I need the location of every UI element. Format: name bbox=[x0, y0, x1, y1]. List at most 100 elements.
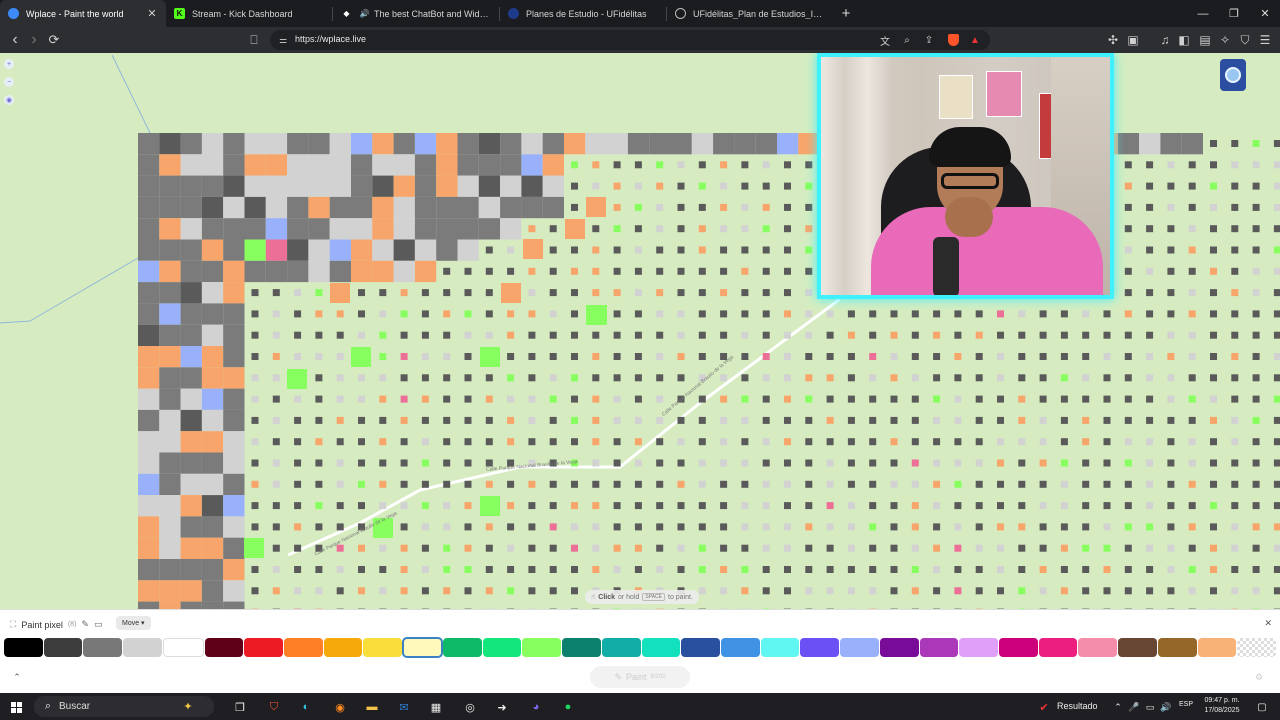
url-text[interactable]: https://wplace.live bbox=[295, 34, 366, 44]
move-button[interactable]: Move ▾ bbox=[116, 616, 151, 630]
color-swatch[interactable] bbox=[562, 638, 601, 657]
store-icon[interactable]: ▦ bbox=[426, 697, 446, 717]
start-icon[interactable] bbox=[6, 697, 26, 717]
language-indicator[interactable]: ESP bbox=[1179, 701, 1193, 708]
color-swatch[interactable] bbox=[1118, 638, 1157, 657]
color-swatch[interactable] bbox=[482, 638, 522, 657]
color-swatch[interactable] bbox=[4, 638, 43, 657]
tray-label[interactable]: Resultado bbox=[1057, 701, 1098, 711]
reload-button[interactable]: ⟳ bbox=[45, 31, 63, 49]
color-swatch[interactable] bbox=[522, 638, 562, 657]
color-swatch[interactable] bbox=[204, 638, 244, 657]
obs-icon[interactable]: ◎ bbox=[460, 697, 480, 717]
color-swatch[interactable] bbox=[998, 638, 1038, 657]
color-swatch[interactable] bbox=[800, 638, 840, 657]
color-swatch[interactable] bbox=[323, 638, 363, 657]
audio-playing-icon[interactable]: 🔊 bbox=[359, 8, 370, 19]
wallet-icon[interactable]: ▤ bbox=[1196, 31, 1214, 49]
color-swatch[interactable] bbox=[1197, 638, 1237, 657]
canvas-dot bbox=[571, 566, 578, 573]
color-swatch[interactable] bbox=[720, 638, 760, 657]
tab-wplace[interactable]: Wplace - Paint the world ✕ bbox=[0, 0, 166, 27]
color-swatch[interactable] bbox=[681, 638, 720, 657]
paint-button[interactable]: ✎ Paint 8/200 bbox=[590, 666, 690, 688]
color-swatch[interactable] bbox=[83, 638, 123, 657]
tab-title: Wplace - Paint the world bbox=[26, 8, 124, 19]
color-swatch[interactable] bbox=[840, 638, 879, 657]
firefox-taskbar-icon[interactable]: ◉ bbox=[330, 697, 350, 717]
canvas-pixel bbox=[351, 260, 373, 283]
globe-icon[interactable] bbox=[1220, 59, 1246, 91]
color-swatch[interactable] bbox=[919, 638, 959, 657]
forward-button[interactable]: › bbox=[25, 31, 43, 49]
color-swatch[interactable] bbox=[1078, 638, 1118, 657]
color-swatch[interactable] bbox=[442, 638, 482, 657]
zoom-icon[interactable]: ⌕ bbox=[898, 31, 916, 49]
maximize-button[interactable]: ❐ bbox=[1218, 0, 1250, 27]
tab-planes[interactable]: Planes de Estudio - UFidélitas bbox=[500, 0, 666, 27]
color-swatch[interactable] bbox=[1237, 638, 1276, 657]
brave-shield-icon[interactable] bbox=[944, 31, 962, 49]
app-icon[interactable]: ➜ bbox=[492, 697, 512, 717]
wplace-map-page[interactable]: Calle Parque Nacional Braulio de la Vega… bbox=[0, 53, 1280, 609]
sidebar-icon[interactable]: ◧ bbox=[1175, 31, 1193, 49]
vpn-icon[interactable]: ⛉ bbox=[1236, 31, 1254, 49]
color-swatch[interactable] bbox=[641, 638, 681, 657]
site-info-icon[interactable]: ⚌ bbox=[274, 31, 292, 49]
edit-icon[interactable]: ✎ bbox=[81, 619, 89, 630]
color-swatch[interactable] bbox=[363, 638, 403, 657]
minimize-button[interactable]: — bbox=[1187, 0, 1219, 27]
color-swatch[interactable] bbox=[244, 638, 284, 657]
clock[interactable]: 09:47 p. m. 17/08/2025 bbox=[1196, 696, 1248, 716]
tab-close-icon[interactable]: ✕ bbox=[146, 7, 158, 20]
color-swatch[interactable] bbox=[402, 637, 443, 658]
color-swatch[interactable] bbox=[123, 638, 162, 657]
settings-icon[interactable]: ⚙ bbox=[1250, 668, 1268, 686]
tab-chatbot[interactable]: ◆ 🔊 The best ChatBot and Widgets fo bbox=[333, 0, 499, 27]
brave-rewards-icon[interactable]: ▲ bbox=[966, 31, 984, 49]
color-swatch[interactable] bbox=[879, 638, 919, 657]
color-swatch[interactable] bbox=[601, 638, 641, 657]
drag-handle-icon[interactable]: ⛶ bbox=[10, 619, 16, 630]
leo-ai-icon[interactable]: ✧ bbox=[1216, 31, 1234, 49]
volume-icon[interactable]: 🔊 bbox=[1156, 697, 1176, 717]
discord-icon[interactable]: ◕ bbox=[526, 697, 546, 717]
taskbar-search[interactable]: ⌕ Buscar ✦ bbox=[34, 696, 214, 717]
color-swatch[interactable] bbox=[1157, 638, 1197, 657]
share-icon[interactable]: ⇪ bbox=[920, 31, 938, 49]
panel-close-button[interactable]: ✕ bbox=[1264, 618, 1272, 629]
canvas-dot bbox=[272, 438, 280, 446]
zoom-in-button[interactable]: + bbox=[4, 59, 14, 69]
locate-button[interactable]: ◉ bbox=[4, 95, 14, 105]
color-swatch[interactable] bbox=[1038, 638, 1078, 657]
translate-icon[interactable]: 文 bbox=[876, 31, 894, 49]
notification-icon[interactable]: ▢ bbox=[1252, 697, 1272, 717]
color-swatch[interactable] bbox=[959, 638, 998, 657]
canvas-dot bbox=[698, 502, 706, 510]
tab-kick[interactable]: K Stream - Kick Dashboard bbox=[166, 0, 332, 27]
task-view-icon[interactable]: ❐ bbox=[230, 697, 250, 717]
eraser-icon[interactable]: ▭ bbox=[94, 619, 103, 630]
bookmark-icon[interactable]: ⎕ bbox=[245, 31, 263, 49]
color-swatch[interactable] bbox=[162, 638, 204, 657]
extensions-icon[interactable]: ✣ bbox=[1104, 31, 1122, 49]
media-icon[interactable]: ♫ bbox=[1156, 31, 1174, 49]
edge-taskbar-icon[interactable]: ◐ bbox=[296, 697, 316, 717]
color-swatch[interactable] bbox=[760, 638, 800, 657]
color-swatch[interactable] bbox=[284, 638, 323, 657]
new-tab-button[interactable]: + bbox=[833, 0, 859, 27]
menu-icon[interactable]: ☰ bbox=[1256, 31, 1274, 49]
file-explorer-icon[interactable]: ▬ bbox=[362, 697, 382, 717]
color-swatch[interactable] bbox=[43, 638, 83, 657]
hint-middle: or hold bbox=[618, 593, 640, 601]
brave-taskbar-icon[interactable]: ⛉ bbox=[264, 697, 284, 717]
zoom-out-button[interactable]: − bbox=[4, 77, 14, 87]
back-button[interactable]: ‹ bbox=[6, 31, 24, 49]
tab-plan-estudios[interactable]: UFidélitas_Plan de Estudios_Ing Siste bbox=[667, 0, 833, 27]
window-close-button[interactable]: ✕ bbox=[1249, 0, 1280, 27]
outlook-icon[interactable]: ✉ bbox=[394, 697, 414, 717]
spotify-icon[interactable]: ● bbox=[558, 697, 578, 717]
expand-button[interactable]: ⌃ bbox=[8, 668, 26, 686]
reader-icon[interactable]: ▣ bbox=[1124, 31, 1142, 49]
result-icon[interactable]: ✔ bbox=[1034, 697, 1054, 717]
